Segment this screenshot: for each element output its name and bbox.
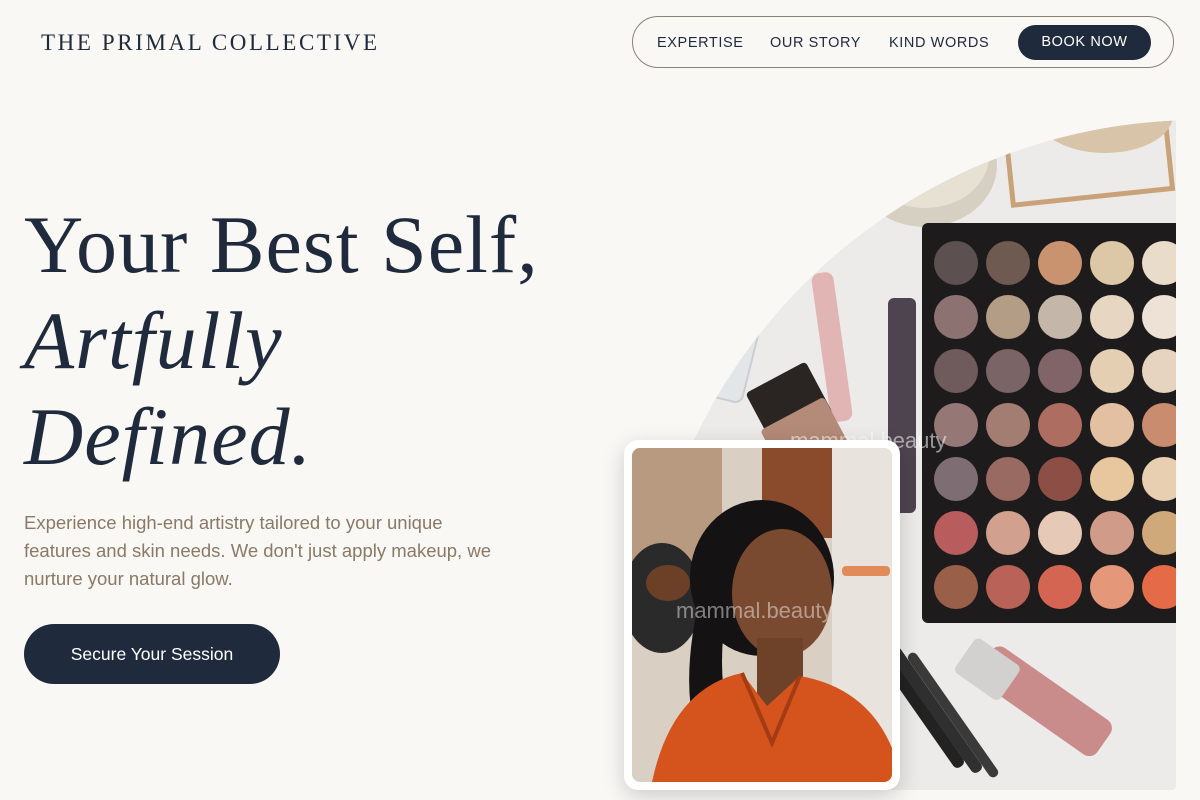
eyeshadow-pan — [986, 565, 1030, 609]
eyeshadow-pan — [1090, 511, 1134, 555]
eyeshadow-pan — [986, 511, 1030, 555]
eyeshadow-pan — [934, 295, 978, 339]
book-now-button[interactable]: BOOK NOW — [1018, 25, 1151, 60]
eyeshadow-pan — [1090, 403, 1134, 447]
eyeshadow-pan — [1038, 511, 1082, 555]
headline-line-2: Artfully — [24, 295, 283, 386]
nav-link-kind-words[interactable]: KIND WORDS — [889, 35, 989, 51]
eyeshadow-pan — [1038, 241, 1082, 285]
hero-subtitle: Experience high-end artistry tailored to… — [24, 512, 491, 589]
eyeshadow-pan — [1090, 565, 1134, 609]
secure-session-button[interactable]: Secure Your Session — [24, 624, 280, 684]
eyeshadow-pan — [934, 349, 978, 393]
eyeshadow-pan — [1038, 565, 1082, 609]
eyeshadow-pan — [1038, 403, 1082, 447]
eyeshadow-pan — [1090, 295, 1134, 339]
eyeshadow-pan — [934, 241, 978, 285]
eyeshadow-pan — [934, 457, 978, 501]
headline-line-3: Defined. — [24, 391, 313, 482]
eyeshadow-pan — [934, 403, 978, 447]
hero-headline: Your Best Self, Artfully Defined. — [24, 197, 539, 485]
eyeshadow-pan — [1090, 241, 1134, 285]
eyeshadow-pan — [1038, 457, 1082, 501]
main-nav: EXPERTISE OUR STORY KIND WORDS BOOK NOW — [632, 16, 1174, 68]
eyeshadow-pan — [986, 457, 1030, 501]
eyeshadow-pan — [1038, 295, 1082, 339]
nav-link-expertise[interactable]: EXPERTISE — [657, 35, 744, 51]
eyeshadow-pan — [1090, 349, 1134, 393]
eyeshadow-pan — [1038, 349, 1082, 393]
headline-line-1: Your Best Self, — [24, 199, 539, 290]
eyeshadow-pan — [986, 349, 1030, 393]
eyeshadow-pan — [934, 565, 978, 609]
eyeshadow-pan — [986, 241, 1030, 285]
eyeshadow-pan — [1090, 457, 1134, 501]
eyeshadow-pan — [986, 295, 1030, 339]
eyeshadow-pan — [934, 511, 978, 555]
eyeshadow-pan — [986, 403, 1030, 447]
nav-link-our-story[interactable]: OUR STORY — [770, 35, 861, 51]
model-portrait-photo: mammal.beauty — [624, 440, 900, 790]
brand-logo[interactable]: THE PRIMAL COLLECTIVE — [41, 30, 380, 56]
